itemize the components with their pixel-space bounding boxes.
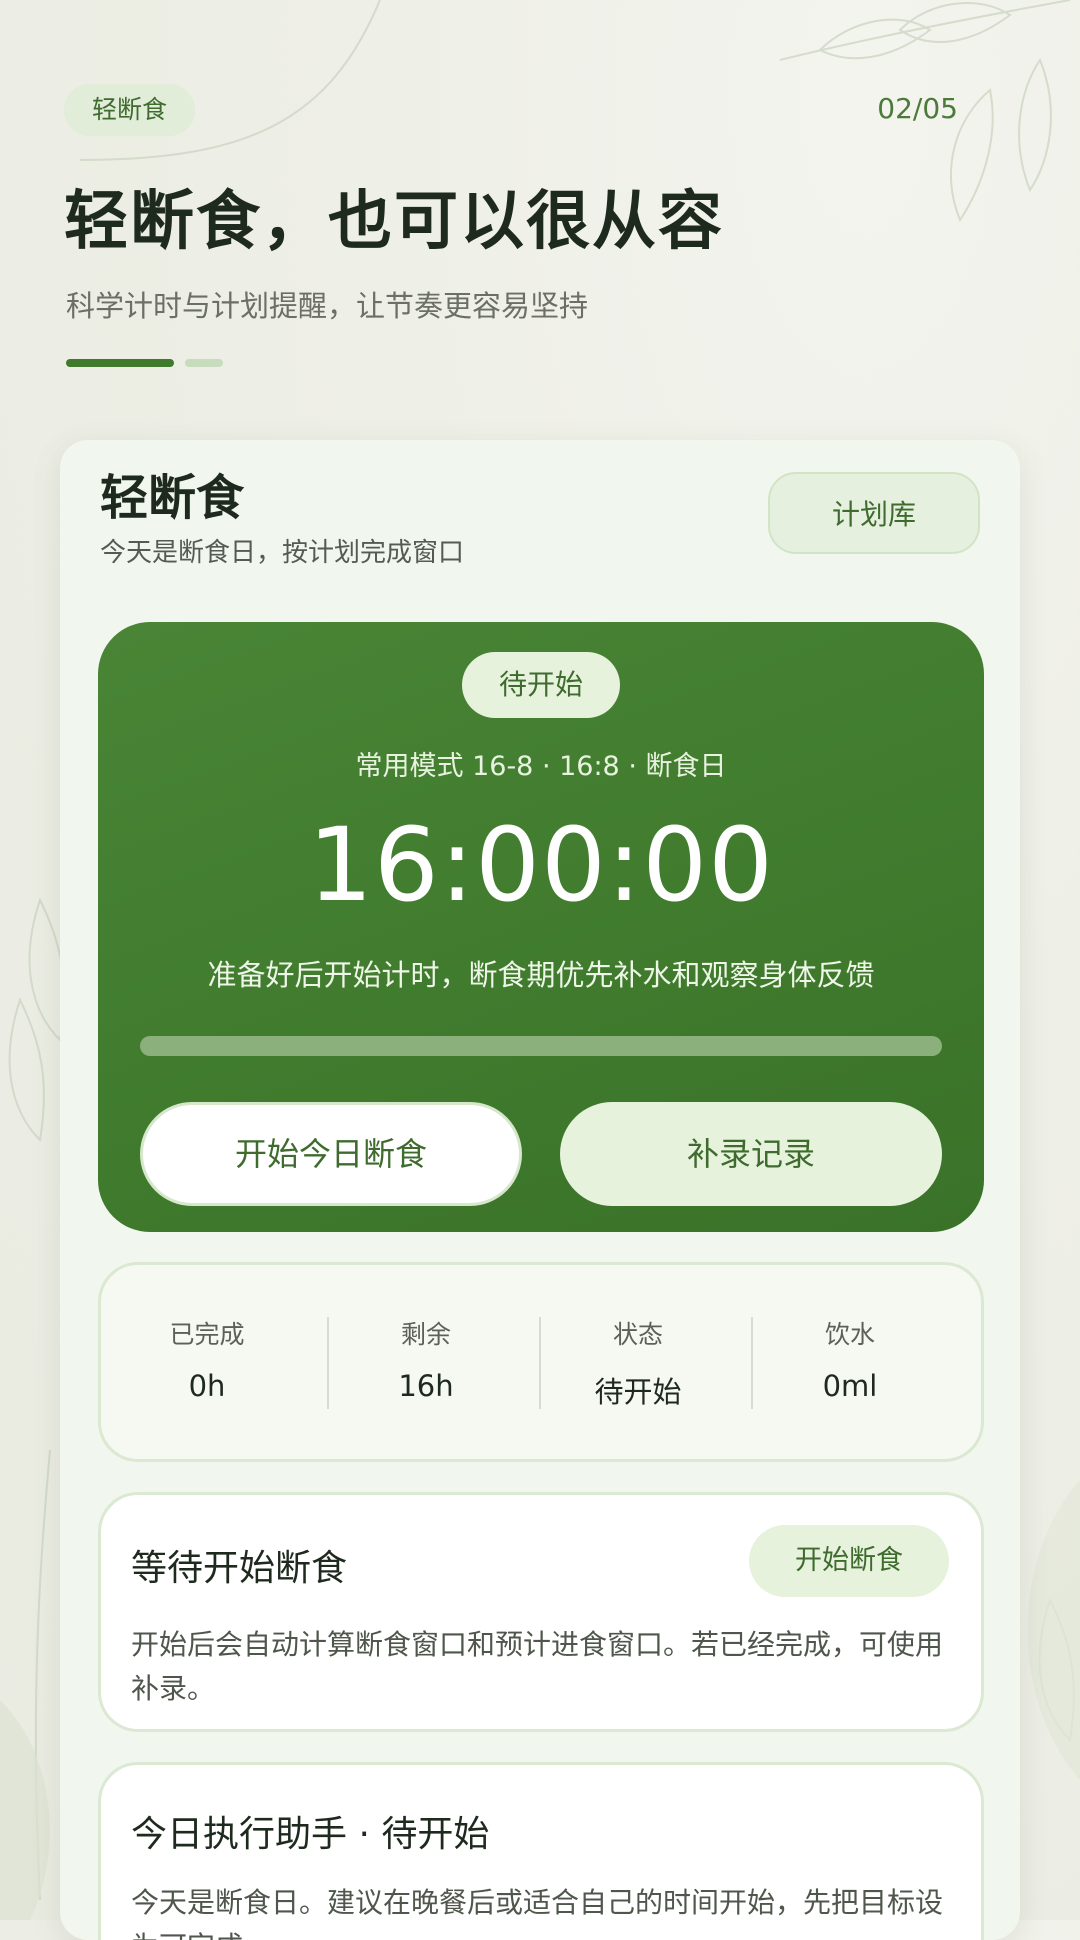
hero-subtitle: 科学计时与计划提醒，让节奏更容易坚持 — [66, 289, 589, 323]
stat-value: 16h — [398, 1369, 454, 1403]
hero-title: 轻断食，也可以很从容 — [64, 185, 724, 259]
stat-completed: 已完成 0h — [101, 1265, 313, 1459]
waiting-card: 等待开始断食 开始断食 开始后会自动计算断食窗口和预计进食窗口。若已经完成，可使… — [98, 1492, 984, 1732]
timer-hint: 准备好后开始计时，断食期优先补水和观察身体反馈 — [207, 958, 875, 992]
assistant-card: 今日执行助手 · 待开始 今天是断食日。建议在晚餐后或适合自己的时间开始，先把目… — [98, 1762, 984, 1940]
stat-value: 0h — [188, 1369, 226, 1403]
stat-label: 状态 — [612, 1320, 663, 1349]
plan-library-button[interactable]: 计划库 — [768, 472, 980, 554]
timer-display: 16:00:00 — [307, 806, 775, 925]
backfill-record-button[interactable]: 补录记录 — [560, 1102, 942, 1206]
waiting-card-description: 开始后会自动计算断食窗口和预计进食窗口。若已经完成，可使用补录。 — [131, 1628, 944, 1705]
fasting-mode-text: 常用模式 16-8 · 16:8 · 断食日 — [355, 751, 727, 782]
start-fasting-button[interactable]: 开始今日断食 — [140, 1102, 522, 1206]
stat-value: 0ml — [822, 1369, 878, 1403]
page-counter: 02/05 — [877, 92, 958, 125]
stat-label: 饮水 — [824, 1320, 875, 1349]
assistant-card-title: 今日执行助手 · 待开始 — [131, 1814, 490, 1855]
page-indicator-active — [66, 359, 174, 367]
stat-value: 待开始 — [594, 1375, 682, 1409]
stat-water: 饮水 0ml — [744, 1265, 956, 1459]
page-indicator — [185, 359, 223, 367]
timer-panel: 待开始 常用模式 16-8 · 16:8 · 断食日 16:00:00 准备好后… — [98, 622, 984, 1232]
app-screen: 轻断食 今天是断食日，按计划完成窗口 计划库 待开始 常用模式 16-8 · 1… — [60, 440, 1020, 1940]
app-title: 轻断食 — [100, 470, 245, 526]
stat-status: 状态 待开始 — [532, 1265, 744, 1459]
assistant-card-description: 今天是断食日。建议在晚餐后或适合自己的时间开始，先把目标设为可完成。 — [131, 1886, 944, 1940]
stat-label: 剩余 — [400, 1320, 451, 1349]
waiting-card-title: 等待开始断食 — [131, 1548, 348, 1589]
status-badge: 待开始 — [462, 652, 620, 718]
stat-label: 已完成 — [169, 1320, 245, 1349]
category-tag: 轻断食 — [64, 84, 196, 136]
app-subtitle: 今天是断食日，按计划完成窗口 — [100, 538, 465, 568]
stats-card: 已完成 0h 剩余 16h 状态 待开始 饮水 0ml — [98, 1262, 984, 1462]
progress-bar — [140, 1036, 942, 1056]
begin-fasting-button[interactable]: 开始断食 — [749, 1525, 949, 1597]
stat-remaining: 剩余 16h — [320, 1265, 532, 1459]
